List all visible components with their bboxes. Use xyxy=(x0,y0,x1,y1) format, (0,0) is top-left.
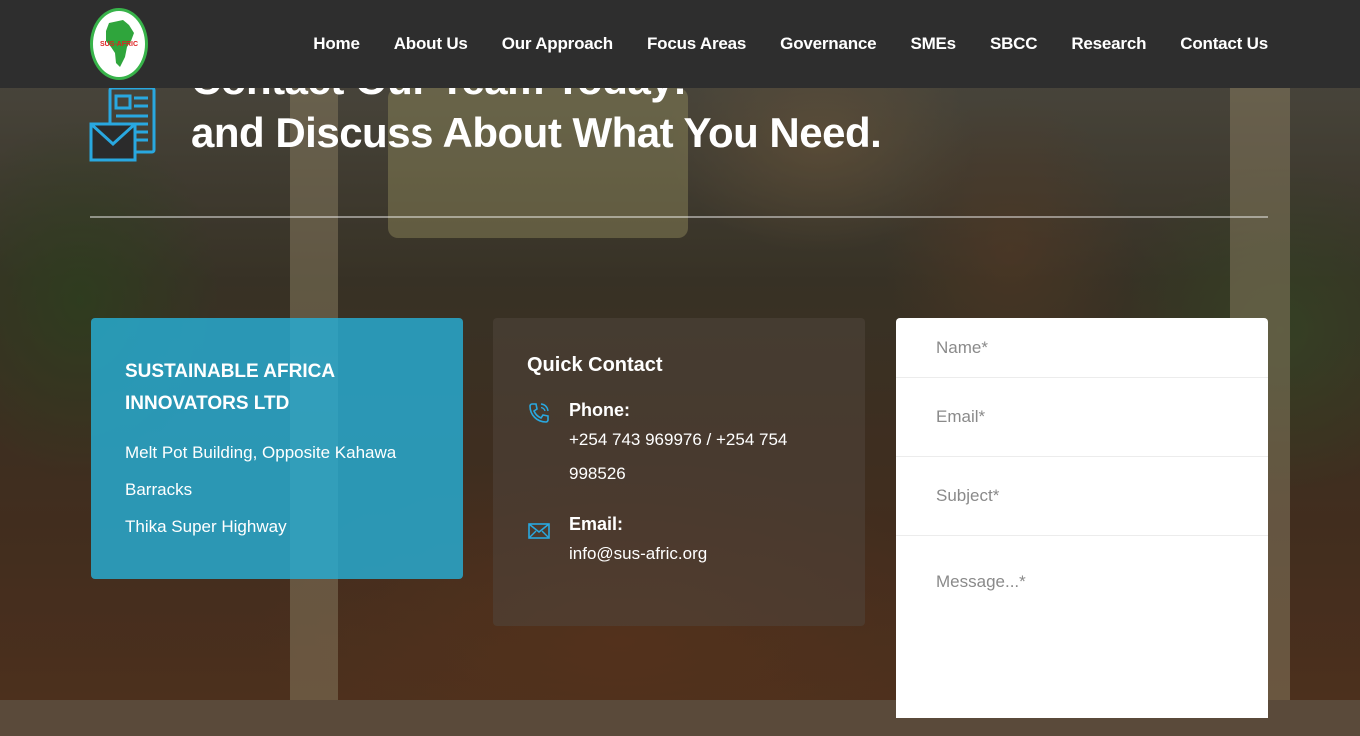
nav-about-us[interactable]: About Us xyxy=(394,34,468,54)
main-nav: Home About Us Our Approach Focus Areas G… xyxy=(313,0,1268,88)
phone-row: Phone: +254 743 969976 / +254 754 998526 xyxy=(527,397,831,491)
contact-document-mail-icon xyxy=(89,86,156,162)
site-logo[interactable]: SUS-AFRIC xyxy=(90,8,148,80)
quick-contact-card: Quick Contact Phone: +254 743 969976 / +… xyxy=(493,318,865,626)
contact-form xyxy=(896,318,1268,736)
phone-value[interactable]: +254 743 969976 / +254 754 998526 xyxy=(569,423,809,491)
nav-sbcc[interactable]: SBCC xyxy=(990,34,1038,54)
name-input[interactable] xyxy=(896,318,1268,378)
company-address-line-1: Melt Pot Building, Opposite Kahawa Barra… xyxy=(125,443,397,499)
section-divider xyxy=(90,216,1268,218)
phone-icon xyxy=(529,403,549,423)
nav-home[interactable]: Home xyxy=(313,34,360,54)
nav-governance[interactable]: Governance xyxy=(780,34,876,54)
nav-smes[interactable]: SMEs xyxy=(910,34,956,54)
message-textarea[interactable] xyxy=(896,536,1268,736)
nav-focus-areas[interactable]: Focus Areas xyxy=(647,34,746,54)
company-address-line-2: Thika Super Highway xyxy=(125,517,287,536)
envelope-icon xyxy=(528,523,550,539)
quick-contact-title: Quick Contact xyxy=(527,354,663,376)
top-navbar: SUS-AFRIC Home About Us Our Approach Foc… xyxy=(0,0,1360,88)
company-name: SUSTAINABLE AFRICA INNOVATORS LTD xyxy=(125,361,335,414)
company-info-card: SUSTAINABLE AFRICA INNOVATORS LTD Melt P… xyxy=(91,318,463,579)
email-input[interactable] xyxy=(896,378,1268,457)
phone-label: Phone: xyxy=(569,400,630,420)
nav-research[interactable]: Research xyxy=(1071,34,1146,54)
email-value[interactable]: info@sus-afric.org xyxy=(569,537,809,571)
logo-text: SUS-AFRIC xyxy=(99,40,139,48)
email-label: Email: xyxy=(569,514,624,534)
nav-contact-us[interactable]: Contact Us xyxy=(1180,34,1268,54)
nav-our-approach[interactable]: Our Approach xyxy=(502,34,613,54)
headline-line-2: and Discuss About What You Need. xyxy=(191,109,882,156)
subject-input[interactable] xyxy=(896,457,1268,536)
email-row: Email: info@sus-afric.org xyxy=(527,511,831,571)
